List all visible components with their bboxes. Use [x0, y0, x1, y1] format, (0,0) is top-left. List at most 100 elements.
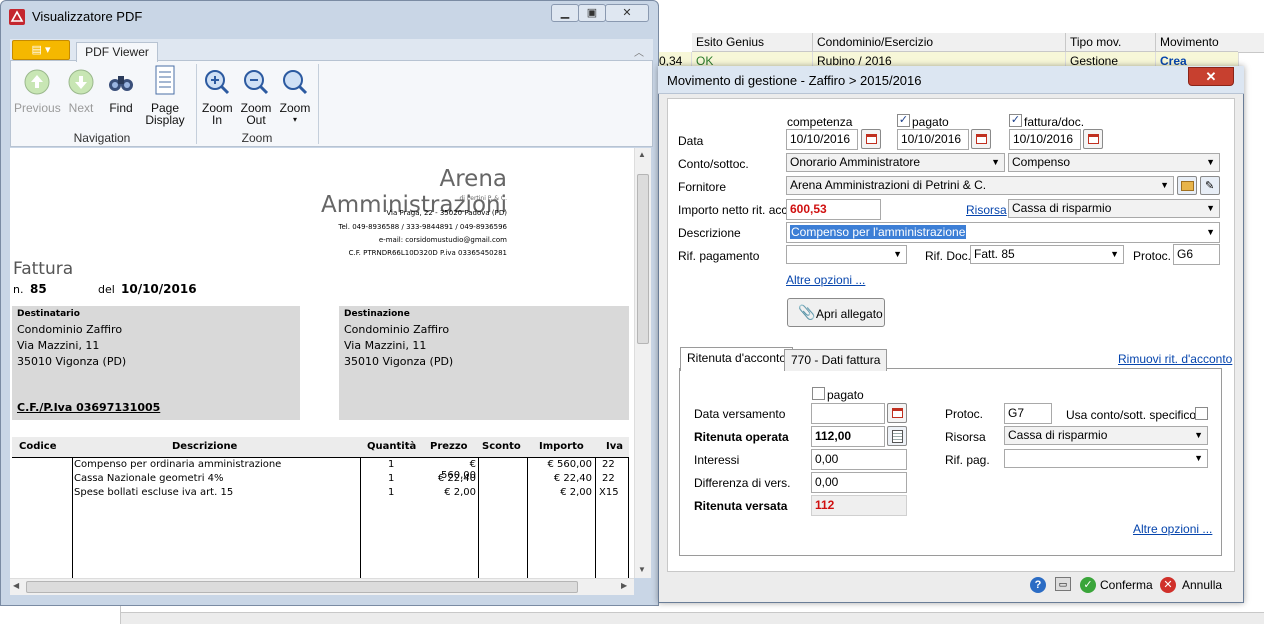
tab-protoc-input[interactable]: G7 [1004, 403, 1052, 424]
date-competenza-input[interactable]: 10/10/2016 [786, 129, 858, 150]
doc-date: 10/10/2016 [121, 282, 197, 296]
tab-pdf-viewer[interactable]: PDF Viewer [76, 42, 158, 62]
close-button[interactable]: ✕ [605, 4, 649, 22]
chevron-down-icon: ▼ [1160, 180, 1169, 190]
background-status-strip [120, 612, 1264, 624]
grid-header-esito[interactable]: Esito Genius [692, 33, 813, 52]
zoom-in-button[interactable]: Zoom In [200, 68, 234, 126]
tab-770[interactable]: 770 - Dati fattura [784, 349, 888, 371]
row-qty: 1 [388, 459, 395, 470]
recipient-line: Condominio Zaffiro [17, 323, 123, 336]
calendar-icon[interactable] [1083, 129, 1103, 149]
scroll-up-icon[interactable]: ▲ [638, 150, 646, 159]
destination-title: Destinazione [344, 309, 410, 319]
scroll-thumb[interactable] [26, 581, 578, 593]
tab-altre-opzioni-link[interactable]: Altre opzioni ... [1133, 522, 1212, 536]
fattura-label: fattura/doc. [1024, 115, 1085, 129]
differenza-input[interactable]: 0,00 [811, 472, 907, 493]
pagato-checkbox[interactable]: ✓ [897, 114, 910, 127]
altre-opzioni-link[interactable]: Altre opzioni ... [786, 273, 865, 287]
interessi-input[interactable]: 0,00 [811, 449, 907, 470]
col-header: Iva [606, 441, 623, 452]
scroll-left-icon[interactable]: ◀ [13, 581, 19, 590]
pdf-viewer-titlebar[interactable]: Visualizzatore PDF ▁ ▣ ✕ [0, 0, 657, 32]
scroll-down-icon[interactable]: ▼ [638, 565, 646, 574]
rif-pagamento-select[interactable]: ▼ [786, 245, 907, 264]
grid-header-movimento[interactable]: Movimento [1156, 33, 1239, 52]
chevron-down-icon: ▼ [1206, 203, 1215, 213]
usa-conto-checkbox[interactable] [1195, 407, 1208, 420]
grid-header-condominio[interactable]: Condominio/Esercizio [813, 33, 1066, 52]
row-qty: 1 [388, 487, 395, 498]
zoom-icon [283, 70, 308, 95]
rif-doc-select[interactable]: Fatt. 85 ▼ [970, 245, 1124, 264]
maximize-button[interactable]: ▣ [578, 4, 606, 22]
rimuovi-ritenuta-link[interactable]: Rimuovi rit. d'acconto [1118, 352, 1232, 366]
date-fattura-input[interactable]: 10/10/2016 [1009, 129, 1081, 150]
conferma-button[interactable]: ✓ Conferma [1079, 574, 1153, 596]
group-navigation: Navigation [73, 131, 131, 145]
table-rule [360, 457, 361, 578]
ribbon-collapse-icon[interactable]: ︿ [634, 44, 644, 59]
zoom-out-button[interactable]: Zoom Out [238, 68, 274, 126]
row-amount: € 2,00 [560, 487, 592, 498]
calculator-icon[interactable] [887, 426, 907, 446]
col-header: Importo [539, 441, 584, 452]
risorsa-select[interactable]: Cassa di risparmio ▼ [1008, 199, 1220, 218]
rif-doc-value: Fatt. 85 [974, 247, 1015, 261]
col-header: Codice [19, 441, 57, 452]
page-display-button[interactable]: Page Display [140, 64, 190, 126]
scroll-right-icon[interactable]: ▶ [621, 581, 627, 590]
col-header: Descrizione [172, 441, 238, 452]
zoom-label: Zoom [279, 101, 311, 115]
dialog-close-button[interactable]: ✕ [1188, 67, 1234, 86]
pdf-vertical-scrollbar[interactable]: ▲ ▼ [634, 148, 651, 578]
ritenuta-versata-label: Ritenuta versata [694, 499, 788, 513]
grid-header-tipo[interactable]: Tipo mov. [1066, 33, 1156, 52]
find-button[interactable]: Find [98, 68, 144, 114]
minimize-button[interactable]: ▁ [551, 4, 579, 22]
dialog-titlebar[interactable]: Movimento di gestione - Zaffiro > 2015/2… [658, 66, 1244, 94]
sottoconto-select[interactable]: Compenso ▼ [1008, 153, 1220, 172]
data-versamento-label: Data versamento [694, 407, 786, 421]
cancel-icon: ✕ [1160, 577, 1176, 593]
conto-select[interactable]: Onorario Amministratore ▼ [786, 153, 1005, 172]
data-versamento-input[interactable] [811, 403, 885, 424]
pdf-horizontal-scrollbar[interactable]: ◀ ▶ [10, 578, 634, 595]
fattura-checkbox[interactable]: ✓ [1009, 114, 1022, 127]
table-rule [12, 457, 629, 458]
chevron-down-icon: ▼ [1206, 227, 1215, 237]
date-pagato-input[interactable]: 10/10/2016 [897, 129, 969, 150]
rif-pag-select[interactable]: ▼ [1004, 449, 1208, 468]
calendar-icon[interactable] [861, 129, 881, 149]
versamento-pagato-checkbox[interactable] [812, 387, 825, 400]
fornitore-select[interactable]: Arena Amministrazioni di Petrini & C. ▼ [786, 176, 1174, 195]
calendar-icon[interactable] [887, 403, 907, 423]
row-desc: Compenso per ordinaria amministrazione [74, 459, 282, 470]
previous-button[interactable]: Previous [14, 68, 61, 114]
protoc-input[interactable]: G6 [1173, 244, 1220, 265]
risorsa-link[interactable]: Risorsa [966, 203, 1007, 217]
calendar-icon[interactable] [971, 129, 991, 149]
importo-input[interactable]: 600,53 [786, 199, 881, 220]
conto-label: Conto/sottoc. [678, 157, 749, 171]
zoom-dropdown-button[interactable]: Zoom ▾ [278, 68, 312, 126]
table-header-row [12, 437, 629, 457]
ritenuta-versata-value: 112 [811, 495, 907, 516]
tab-ritenuta[interactable]: Ritenuta d'acconto [680, 347, 794, 371]
descrizione-input[interactable]: Compenso per l'amministrazione ▼ [786, 222, 1220, 243]
apri-allegato-button[interactable]: 📎 Apri allegato [787, 298, 885, 327]
chevron-down-icon: ▼ [1194, 430, 1203, 440]
apri-allegato-label: Apri allegato [816, 307, 883, 321]
help-icon[interactable]: ? [1030, 577, 1046, 593]
annulla-button[interactable]: ✕ Annulla [1159, 574, 1223, 596]
ribbon-menu-button[interactable]: ▤ ▾ [12, 40, 70, 60]
folder-icon[interactable] [1177, 176, 1197, 195]
versamento-pagato-label: pagato [827, 388, 864, 402]
tab-risorsa-select[interactable]: Cassa di risparmio ▼ [1004, 426, 1208, 445]
scroll-thumb[interactable] [637, 174, 649, 344]
chevron-down-icon: ▼ [1194, 453, 1203, 463]
edit-icon[interactable]: ✎ [1200, 176, 1220, 195]
window-icon[interactable]: ▭ [1055, 577, 1071, 591]
ritenuta-operata-input[interactable]: 112,00 [811, 426, 885, 447]
